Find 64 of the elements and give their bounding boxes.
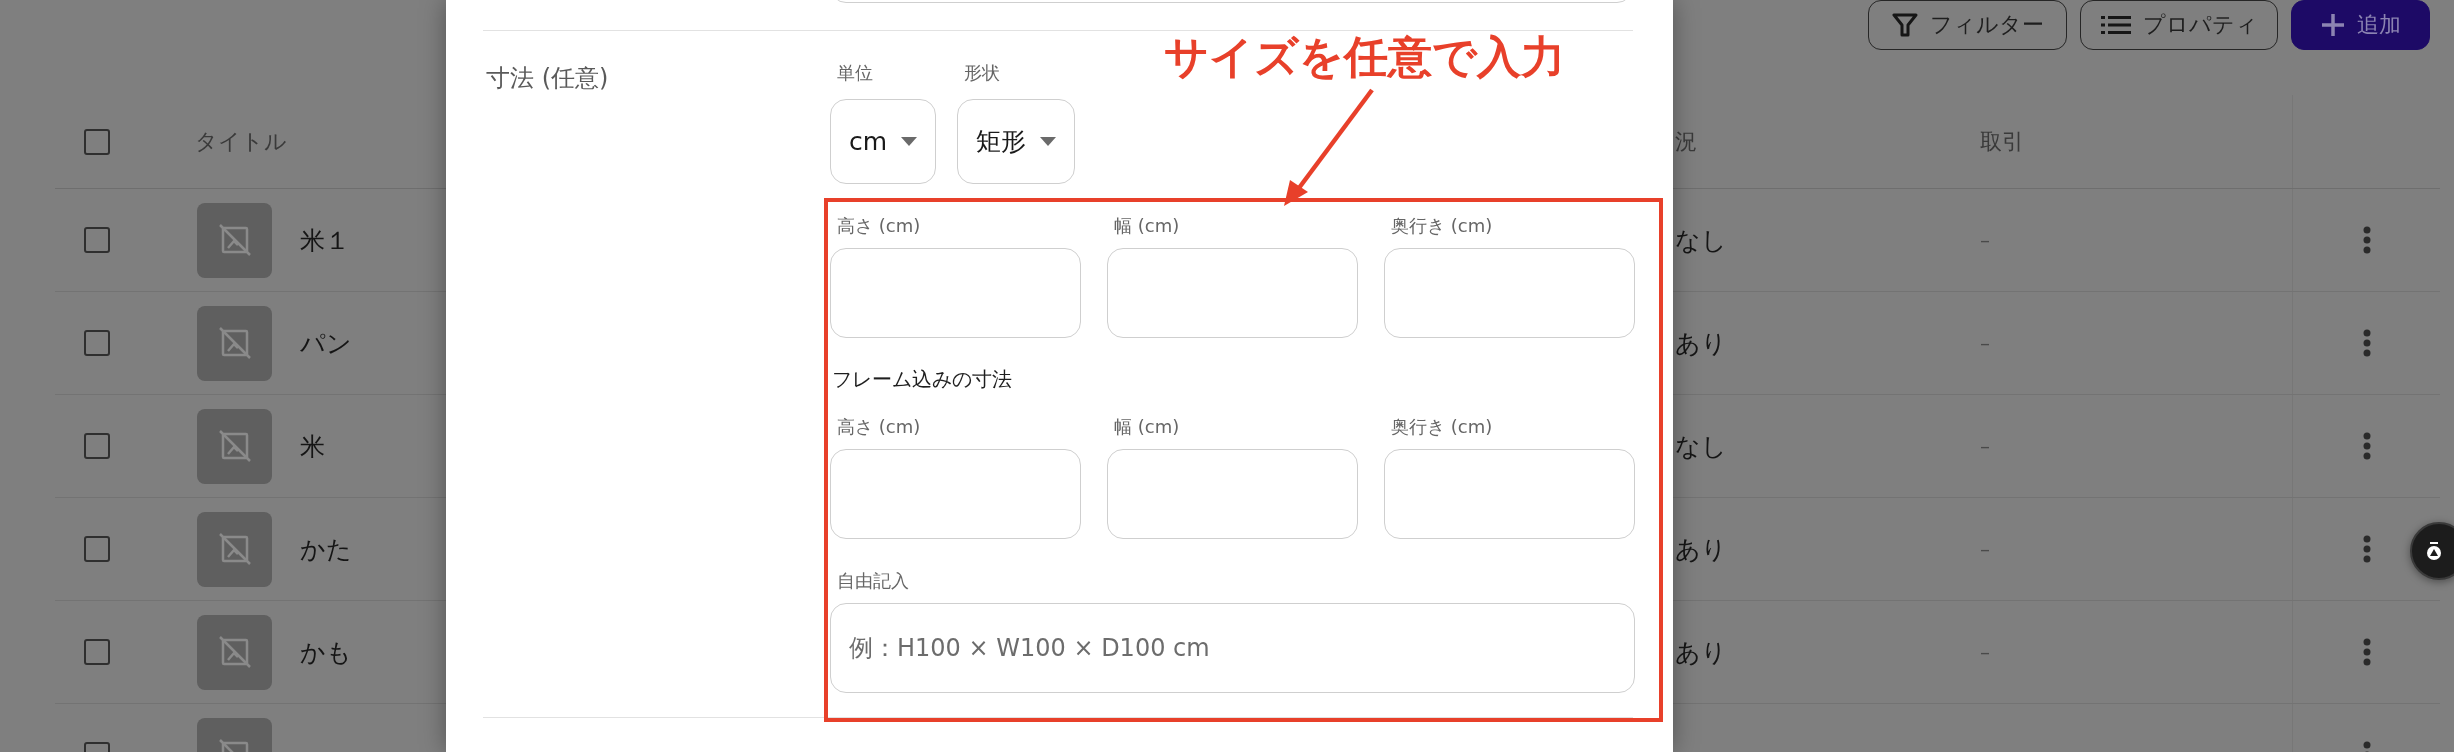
- subheading: フレーム込みの寸法: [832, 366, 1013, 393]
- table-cell-text: あり: [1675, 327, 1727, 360]
- checkbox[interactable]: [84, 330, 110, 356]
- properties-button[interactable]: プロパティ: [2080, 0, 2278, 50]
- floating-button[interactable]: [2410, 522, 2454, 580]
- input-field[interactable]: [1107, 248, 1358, 338]
- table-cell: –: [1980, 434, 1990, 458]
- image-off-icon: [217, 532, 252, 566]
- item-title: かも: [300, 636, 352, 669]
- table-cell: –: [1980, 640, 1990, 664]
- input-field[interactable]: [1107, 449, 1358, 539]
- input-field[interactable]: [830, 248, 1081, 338]
- field-label: 幅 (cm): [1114, 214, 1181, 238]
- input-field[interactable]: [830, 449, 1081, 539]
- annotation-text: サイズを任意で入力: [1164, 30, 1565, 84]
- more-options-icon[interactable]: [2361, 535, 2372, 563]
- table-cell: –: [1980, 228, 1990, 252]
- list-icon: [2100, 15, 2131, 35]
- input-field[interactable]: [1384, 449, 1635, 539]
- column-header: 況: [1675, 127, 1697, 156]
- add-button[interactable]: 追加: [2291, 0, 2430, 50]
- filter-icon: [1891, 12, 1918, 38]
- checkbox[interactable]: [84, 227, 110, 253]
- checkbox[interactable]: [84, 536, 110, 562]
- table-cell-text: あり: [1675, 533, 1727, 566]
- more-options-icon[interactable]: [2361, 329, 2372, 357]
- field-label: 奥行き (cm): [1391, 214, 1494, 238]
- image-off-icon: [217, 326, 252, 360]
- plus-icon: [2320, 13, 2345, 37]
- input-field[interactable]: 例：H100 × W100 × D100 cm: [830, 603, 1635, 693]
- caret-icon: [1040, 137, 1057, 146]
- field-label: 形状: [964, 61, 1002, 85]
- field-label: 幅 (cm): [1114, 415, 1181, 439]
- table-cell: –: [1980, 537, 1990, 561]
- field-label: 自由記入: [837, 569, 910, 593]
- more-options-icon[interactable]: [2361, 638, 2372, 666]
- table-cell: –: [1980, 331, 1990, 355]
- item-title: かた: [300, 533, 352, 566]
- input-field[interactable]: [1384, 248, 1635, 338]
- column-header: 取引: [1980, 127, 2024, 156]
- image-off-icon: [217, 429, 252, 463]
- more-options-icon[interactable]: [2361, 226, 2372, 254]
- item-title: 米: [300, 430, 325, 463]
- table-cell-text: なし: [1675, 224, 1727, 257]
- checkbox[interactable]: [84, 128, 110, 155]
- item-title: 米１: [300, 224, 350, 257]
- field-label: 奥行き (cm): [1391, 415, 1494, 439]
- filter-button[interactable]: フィルター: [1868, 0, 2067, 50]
- image-off-icon: [217, 635, 252, 669]
- dropdown[interactable]: 矩形: [957, 99, 1076, 184]
- table-cell-text: あり: [1675, 636, 1727, 669]
- section-label: 寸法 (任意): [485, 63, 610, 94]
- more-options-icon[interactable]: [2361, 432, 2372, 460]
- field-label: 高さ (cm): [837, 415, 922, 439]
- checkbox[interactable]: [84, 639, 110, 665]
- field-label: 単位: [837, 61, 874, 85]
- table-cell-text: なし: [1675, 430, 1727, 463]
- dropdown[interactable]: cm: [830, 99, 937, 184]
- caret-icon: [901, 137, 918, 146]
- item-title: パン: [300, 327, 352, 360]
- image-off-icon: [217, 223, 252, 257]
- field-label: 高さ (cm): [837, 214, 922, 238]
- checkbox[interactable]: [84, 433, 110, 459]
- column-header: タイトル: [195, 127, 287, 156]
